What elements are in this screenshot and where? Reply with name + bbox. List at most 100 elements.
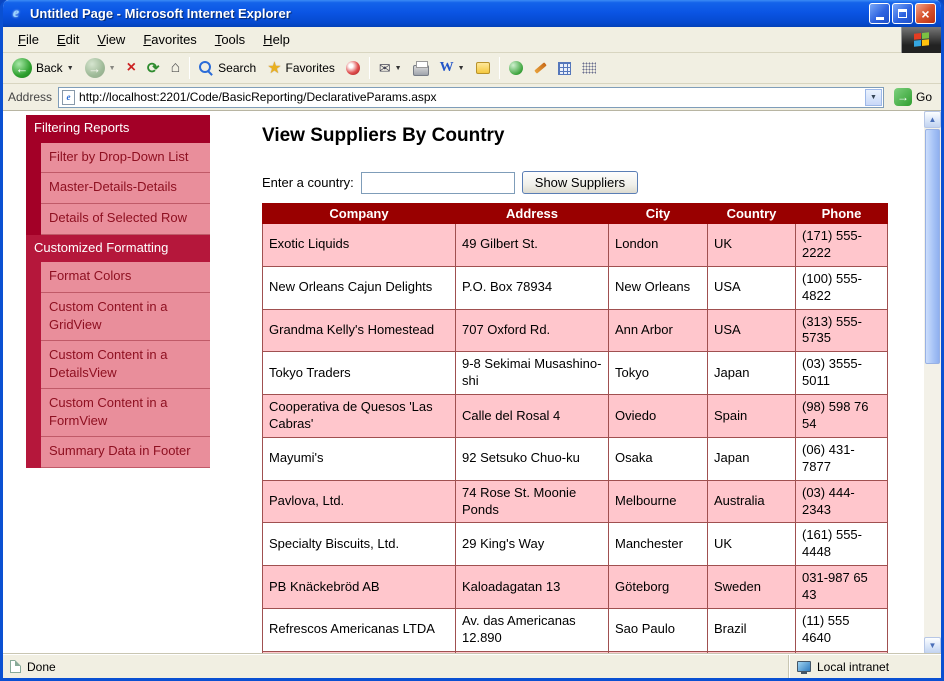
cell-address: 49 Gilbert St. [456,224,609,267]
minimize-button[interactable] [869,3,890,24]
cell-company: Tokyo Traders [263,352,456,395]
menu-item[interactable]: View [88,28,134,51]
table-row: PB Knäckebröd AB Kaloadagatan 13 Götebor… [263,566,888,609]
window-controls: × [869,3,936,24]
cell-address: 29 King's Way [456,523,609,566]
sidebar-item[interactable]: Details of Selected Row [41,204,210,235]
media-icon [346,61,360,75]
messenger-icon [509,61,523,75]
back-dropdown-icon[interactable]: ▼ [67,65,74,72]
discuss-icon [476,62,490,74]
main-area: View Suppliers By Country Enter a countr… [210,111,924,654]
mail-button[interactable]: ✉ ▼ [374,57,407,80]
stop-button[interactable]: × [122,56,141,80]
forward-icon: → [85,58,105,78]
table-row: Mayumi's 92 Setsuko Chuo-ku Osaka Japan … [263,437,888,480]
cell-phone: (11) 555 4640 [796,609,888,652]
sidebar-item[interactable]: Custom Content in a GridView [41,293,210,341]
sidebar-item[interactable]: Summary Data in Footer [41,437,210,468]
home-button[interactable]: ⌂ [165,56,185,80]
grid-button[interactable] [577,59,601,77]
go-button[interactable]: → Go [890,86,936,108]
scroll-up-button[interactable]: ▲ [924,111,941,128]
cell-city: Göteborg [609,566,708,609]
sidebar-item[interactable]: Master-Details-Details [41,173,210,204]
refresh-button[interactable]: ⟳ [142,56,165,80]
page-content: Filtering Reports Filter by Drop-Down Li… [3,111,941,654]
menu-item[interactable]: Edit [48,28,88,51]
favorites-star-icon: ★ [267,58,281,78]
menu-items: FileEditViewFavoritesToolsHelp [9,28,299,51]
messenger-button[interactable] [504,58,528,78]
sidebar-items: Format ColorsCustom Content in a GridVie… [26,262,210,467]
cell-phone: (313) 555-5735 [796,309,888,352]
page-icon: e [62,90,75,105]
cell-address: 707 Oxford Rd. [456,309,609,352]
intranet-icon [797,661,811,672]
cell-company: Exotic Liquids [263,224,456,267]
edit-dropdown-icon[interactable]: ▼ [458,65,465,72]
scroll-down-button[interactable]: ▼ [924,637,941,654]
menu-bar: FileEditViewFavoritesToolsHelp [3,27,941,53]
print-button[interactable] [408,58,434,79]
zone-label: Local intranet [817,660,889,674]
table-header-cell: Company [263,204,456,224]
cell-country: UK [708,523,796,566]
menu-item[interactable]: Tools [206,28,254,51]
sidebar-header-filtering-reports[interactable]: Filtering Reports [26,115,210,143]
cell-city: London [609,224,708,267]
sidebar-item[interactable]: Format Colors [41,262,210,293]
favorites-button[interactable]: ★ Favorites [262,55,340,81]
vertical-scrollbar[interactable]: ▲ ▼ [924,111,941,654]
sidebar-item[interactable]: Custom Content in a FormView [41,389,210,437]
cell-address: P.O. Box 78934 [456,266,609,309]
status-left: Done [6,660,788,674]
highlighter-button[interactable] [529,63,552,73]
address-dropdown-icon[interactable]: ▼ [865,89,882,106]
edit-button[interactable]: W ▼ [435,57,470,79]
menu-item[interactable]: File [9,28,48,51]
sidebar-item[interactable]: Custom Content in a DetailsView [41,341,210,389]
menu-item[interactable]: Help [254,28,299,51]
home-icon: ⌂ [170,59,180,77]
table-header-cell: Phone [796,204,888,224]
mail-dropdown-icon[interactable]: ▼ [395,65,402,72]
close-button[interactable]: × [915,3,936,24]
cell-address: 92 Setsuko Chuo-ku [456,437,609,480]
table-body: Exotic Liquids 49 Gilbert St. London UK … [263,224,888,655]
cell-phone: (100) 555-4822 [796,266,888,309]
menu-item[interactable]: Favorites [134,28,205,51]
show-suppliers-button[interactable]: Show Suppliers [522,171,638,194]
discuss-button[interactable] [471,59,495,77]
scrollbar-thumb[interactable] [925,129,940,364]
forward-dropdown-icon: ▼ [109,65,116,72]
sidebar-header-customized-formatting[interactable]: Customized Formatting [26,235,210,263]
table-row: Exotic Liquids 49 Gilbert St. London UK … [263,224,888,267]
mail-icon: ✉ [379,60,391,77]
status-text: Done [27,660,56,674]
cell-country: USA [708,309,796,352]
cell-address: 74 Rose St. Moonie Ponds [456,480,609,523]
forward-button[interactable]: → ▼ [80,55,121,81]
search-button[interactable]: Search [194,58,261,79]
stop-icon: × [127,59,136,77]
cell-company: Cooperativa de Quesos 'Las Cabras' [263,395,456,438]
country-input[interactable] [361,172,515,194]
address-label: Address [8,90,52,104]
cell-phone: (06) 431-7877 [796,437,888,480]
cell-country: Japan [708,352,796,395]
back-button[interactable]: ← Back ▼ [7,55,79,81]
media-button[interactable] [341,58,365,78]
ie-logo-icon: e [8,6,24,22]
windows-logo-icon [901,27,941,53]
address-input[interactable]: e http://localhost:2201/Code/BasicReport… [58,87,884,108]
cell-phone: 031-987 65 43 [796,566,888,609]
cell-city: New Orleans [609,266,708,309]
table-row: Specialty Biscuits, Ltd. 29 King's Way M… [263,523,888,566]
calculator-button[interactable] [553,59,576,78]
sidebar-item[interactable]: Filter by Drop-Down List [41,143,210,174]
toolbar-separator [189,57,190,79]
table-row: Refrescos Americanas LTDA Av. das Americ… [263,609,888,652]
maximize-button[interactable] [892,3,913,24]
minimize-icon [876,17,884,20]
